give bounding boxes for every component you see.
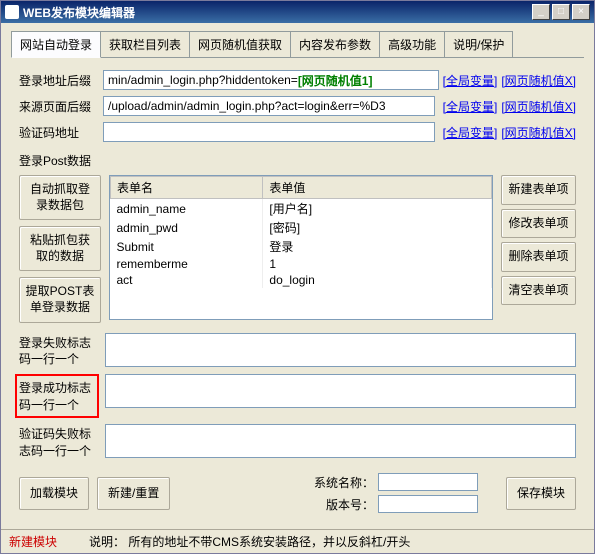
tab-help[interactable]: 说明/保护 <box>444 31 513 57</box>
captcha-input[interactable] <box>103 122 435 142</box>
post-data-table[interactable]: 表单名 表单值 admin_name[用户名]admin_pwd[密码]Subm… <box>109 175 493 320</box>
maximize-button[interactable]: □ <box>552 4 570 20</box>
save-module-button[interactable]: 保存模块 <box>506 477 576 511</box>
left-button-group: 自动抓取登 录数据包 粘贴抓包获 取的数据 提取POST表 单登录数据 <box>19 175 101 323</box>
row-captcha-fail: 验证码失败标 志码一行一个 <box>19 424 576 460</box>
window-controls: _ □ × <box>532 4 590 20</box>
label-version: 版本号： <box>326 496 374 513</box>
status-note: 说明： 所有的地址不带CMS系统安装路径，并以反斜杠/开头 <box>89 533 410 550</box>
row-success-flag: 登录成功标志 码一行一个 <box>19 374 576 418</box>
success-flag-input[interactable] <box>105 374 576 408</box>
label-referer: 来源页面后缀 <box>19 98 99 115</box>
fail-flag-input[interactable] <box>105 333 576 367</box>
label-captcha: 验证码地址 <box>19 124 99 141</box>
link-random-val-1[interactable]: [网页随机值X] <box>501 72 576 89</box>
paste-grab-button[interactable]: 粘贴抓包获 取的数据 <box>19 226 101 271</box>
right-button-group: 新建表单项 修改表单项 删除表单项 清空表单项 <box>501 175 576 323</box>
table-row[interactable]: Submit登录 <box>111 237 492 256</box>
delete-item-button[interactable]: 删除表单项 <box>501 242 576 272</box>
label-captcha-fail: 验证码失败标 志码一行一个 <box>19 424 99 460</box>
tab-publish-params[interactable]: 内容发布参数 <box>290 31 380 57</box>
label-sys-name: 系统名称： <box>314 474 374 491</box>
load-module-button[interactable]: 加载模块 <box>19 477 89 511</box>
table-area: 自动抓取登 录数据包 粘贴抓包获 取的数据 提取POST表 单登录数据 表单名 … <box>19 175 576 323</box>
app-icon <box>5 5 19 19</box>
link-global-var-3[interactable]: [全局变量] <box>443 124 498 141</box>
sys-name-input[interactable] <box>378 473 478 491</box>
main-window: WEB发布模块编辑器 _ □ × 网站自动登录 获取栏目列表 网页随机值获取 内… <box>0 0 595 554</box>
titlebar[interactable]: WEB发布模块编辑器 _ □ × <box>1 1 594 23</box>
form-area: 登录地址后缀 min/admin_login.php?hiddentoken=[… <box>11 70 584 459</box>
row-fail-flag: 登录失败标志 码一行一个 <box>19 333 576 369</box>
captcha-fail-input[interactable] <box>105 424 576 458</box>
referer-input[interactable] <box>103 96 435 116</box>
edit-item-button[interactable]: 修改表单项 <box>501 209 576 239</box>
label-login-url: 登录地址后缀 <box>19 72 99 89</box>
version-input[interactable] <box>378 495 478 513</box>
link-random-val-3[interactable]: [网页随机值X] <box>501 124 576 141</box>
minimize-button[interactable]: _ <box>532 4 550 20</box>
row-login-url: 登录地址后缀 min/admin_login.php?hiddentoken=[… <box>19 70 576 90</box>
tab-category-list[interactable]: 获取栏目列表 <box>100 31 190 57</box>
close-button[interactable]: × <box>572 4 590 20</box>
table-row[interactable]: admin_name[用户名] <box>111 199 492 219</box>
status-new-module: 新建模块 <box>9 533 89 550</box>
link-global-var-2[interactable]: [全局变量] <box>443 98 498 115</box>
table-row[interactable]: actdo_login <box>111 272 492 288</box>
row-referer: 来源页面后缀 [全局变量] [网页随机值X] <box>19 96 576 116</box>
tab-advanced[interactable]: 高级功能 <box>379 31 445 57</box>
tab-strip: 网站自动登录 获取栏目列表 网页随机值获取 内容发布参数 高级功能 说明/保护 <box>11 31 584 58</box>
statusbar: 新建模块 说明： 所有的地址不带CMS系统安装路径，并以反斜杠/开头 <box>1 529 594 553</box>
table-row[interactable]: rememberme1 <box>111 256 492 272</box>
window-title: WEB发布模块编辑器 <box>23 4 532 21</box>
tab-auto-login[interactable]: 网站自动登录 <box>11 31 101 58</box>
random-tag: [网页随机值1] <box>298 72 373 89</box>
table-row[interactable]: admin_pwd[密码] <box>111 218 492 237</box>
row-captcha: 验证码地址 [全局变量] [网页随机值X] <box>19 122 576 142</box>
link-random-val-2[interactable]: [网页随机值X] <box>501 98 576 115</box>
highlight-box: 登录成功标志 码一行一个 <box>15 374 99 418</box>
link-global-var-1[interactable]: [全局变量] <box>443 72 498 89</box>
system-info: 系统名称： 版本号： <box>178 473 498 513</box>
new-item-button[interactable]: 新建表单项 <box>501 175 576 205</box>
new-reset-button[interactable]: 新建/重置 <box>97 477 170 511</box>
label-fail-flag: 登录失败标志 码一行一个 <box>19 333 99 369</box>
content-area: 网站自动登录 获取栏目列表 网页随机值获取 内容发布参数 高级功能 说明/保护 … <box>1 23 594 529</box>
tab-random-value[interactable]: 网页随机值获取 <box>189 31 291 57</box>
clear-item-button[interactable]: 清空表单项 <box>501 276 576 306</box>
auto-grab-button[interactable]: 自动抓取登 录数据包 <box>19 175 101 220</box>
label-success-flag: 登录成功标志 码一行一个 <box>19 378 95 414</box>
th-name[interactable]: 表单名 <box>111 177 263 199</box>
th-value[interactable]: 表单值 <box>263 177 492 199</box>
label-post-data: 登录Post数据 <box>19 152 99 169</box>
bottom-bar: 加载模块 新建/重置 系统名称： 版本号： 保存模块 <box>11 465 584 521</box>
login-url-input[interactable]: min/admin_login.php?hiddentoken=[网页随机值1] <box>103 70 439 90</box>
extract-post-button[interactable]: 提取POST表 单登录数据 <box>19 277 101 322</box>
